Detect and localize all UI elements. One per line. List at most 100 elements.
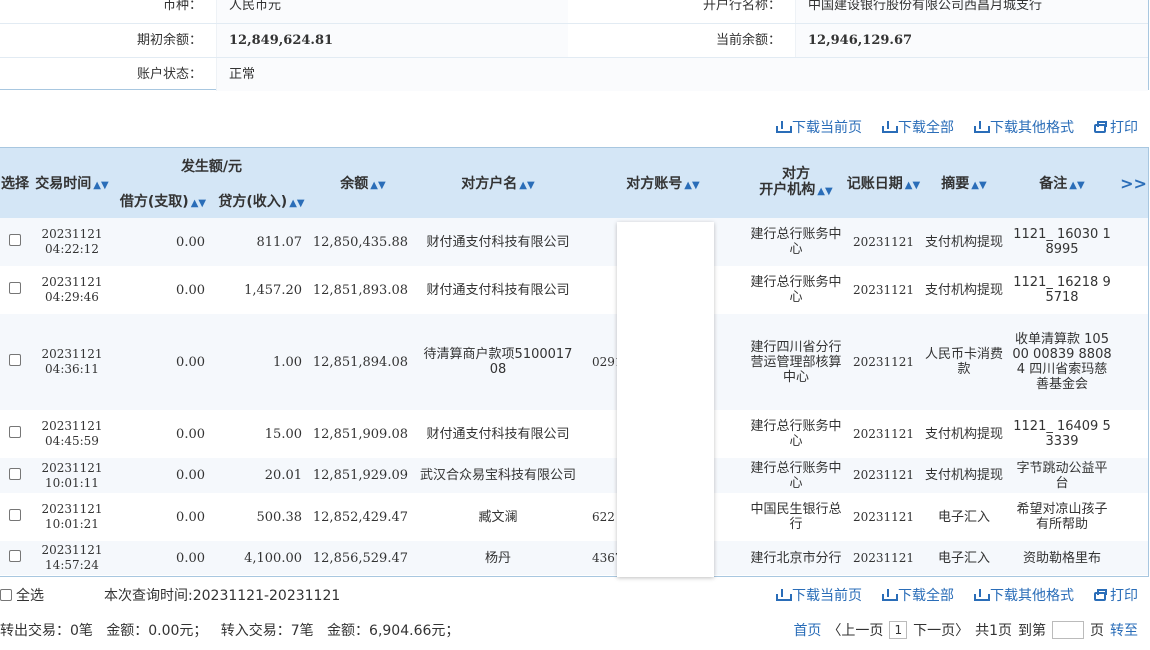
row-note: 希望对凉山孩子有所帮助 xyxy=(1007,493,1117,541)
select-all-label: 全选 xyxy=(16,588,44,604)
table-row: 20231121 04:29:46 0.00 1,457.20 12,851,893.0… xyxy=(0,266,1148,314)
row-debit: 0.00 xyxy=(113,493,213,541)
row-checkbox[interactable] xyxy=(0,266,31,314)
current-page[interactable]: 1 xyxy=(889,621,908,639)
goto-page-input[interactable] xyxy=(1052,621,1084,639)
row-summary: 人民币卡消费款 xyxy=(921,314,1007,410)
row-counter-bank: 建行总行账务中心 xyxy=(746,218,846,266)
row-balance: 12,851,894.08 xyxy=(310,314,416,410)
sort-icon: ▲▼ xyxy=(971,180,987,191)
download-icon xyxy=(882,121,898,133)
header-credit[interactable]: 贷方(收入) ▲▼ xyxy=(213,184,310,218)
row-checkbox[interactable] xyxy=(0,458,31,493)
row-summary: 电子汇入 xyxy=(921,541,1007,575)
row-checkbox[interactable] xyxy=(0,541,31,575)
header-post-date[interactable]: 记账日期 ▲▼ xyxy=(846,148,921,218)
row-time: 20231121 04:29:46 xyxy=(31,266,113,314)
sort-icon: ▲▼ xyxy=(370,180,386,191)
row-counter-bank: 建行总行账务中心 xyxy=(746,458,846,493)
download-other-button-bottom[interactable]: 下载其他格式 xyxy=(974,585,1074,605)
table-row: 20231121 04:45:59 0.00 15.00 12,851,909.08 财付… xyxy=(0,410,1148,458)
row-checkbox[interactable] xyxy=(0,410,31,458)
download-icon xyxy=(776,589,792,601)
print-button[interactable]: 打印 xyxy=(1094,117,1138,137)
print-icon xyxy=(1094,588,1107,601)
row-post-date: 20231121 xyxy=(846,493,921,541)
row-checkbox[interactable] xyxy=(0,218,31,266)
row-balance: 12,856,529.47 xyxy=(310,541,416,575)
row-spacer xyxy=(1117,410,1148,458)
header-summary[interactable]: 摘要 ▲▼ xyxy=(921,148,1007,218)
sort-icon: ▲▼ xyxy=(93,180,109,191)
row-time: 20231121 04:22:12 xyxy=(31,218,113,266)
row-counter-name: 财付通支付科技有限公司 xyxy=(416,218,580,266)
row-checkbox[interactable] xyxy=(0,493,31,541)
select-all-checkbox[interactable]: 全选 xyxy=(0,585,44,605)
header-balance-label: 余额 xyxy=(340,176,369,192)
row-balance: 12,851,929.09 xyxy=(310,458,416,493)
row-time: 20231121 10:01:21 xyxy=(31,493,113,541)
opening-balance-label: 期初余额： xyxy=(0,24,217,57)
download-other-label: 下载其他格式 xyxy=(990,120,1074,136)
header-counter-account[interactable]: 对方账号 ▲▼ xyxy=(580,148,746,218)
row-credit: 4,100.00 xyxy=(213,541,310,575)
row-time-part: 04:45:59 xyxy=(45,434,99,448)
download-all-button-bottom[interactable]: 下载全部 xyxy=(882,585,954,605)
row-date-part: 20231121 xyxy=(41,419,103,433)
page-unit: 页 xyxy=(1090,623,1104,639)
checkbox-icon xyxy=(9,426,21,438)
download-page-button[interactable]: 下载当前页 xyxy=(776,117,862,137)
row-post-date: 20231121 xyxy=(846,266,921,314)
download-page-label: 下载当前页 xyxy=(792,120,862,136)
row-balance: 12,851,893.08 xyxy=(310,266,416,314)
currency-value: 人民币元 xyxy=(217,0,568,23)
first-page-link[interactable]: 首页 xyxy=(793,620,821,640)
row-credit: 1.00 xyxy=(213,314,310,410)
row-debit: 0.00 xyxy=(113,458,213,493)
checkbox-icon xyxy=(9,354,21,366)
header-amount-group: 发生额/元 xyxy=(113,148,310,184)
row-post-date: 20231121 xyxy=(846,410,921,458)
opening-balance-value: 12,849,624.81 xyxy=(217,24,568,57)
row-spacer xyxy=(1117,218,1148,266)
row-note: 资助勒格里布 xyxy=(1007,541,1117,575)
row-counter-name: 武汉合众易宝科技有限公司 xyxy=(416,458,580,493)
row-time-part: 04:22:12 xyxy=(45,242,99,256)
row-counter-name: 臧文澜 xyxy=(416,493,580,541)
prev-page-link[interactable]: 〈上一页 xyxy=(827,620,883,640)
transaction-table: 选择 交易时间 ▲▼ 发生额/元 余额 ▲▼ 对方户名 ▲▼ 对方账号 ▲▼ 对方 开户机… xyxy=(0,147,1149,577)
row-date-part: 20231121 xyxy=(41,275,103,289)
sort-icon: ▲▼ xyxy=(519,180,535,191)
row-summary: 支付机构提现 xyxy=(921,458,1007,493)
expand-columns-button[interactable]: >> xyxy=(1117,148,1148,218)
checkbox-icon xyxy=(9,234,21,246)
transaction-stats: 转出交易：0笔 金额：0.00元； 转入交易：7笔 金额：6,904.66元； xyxy=(0,623,460,639)
goto-button[interactable]: 转至 xyxy=(1110,620,1138,640)
header-balance[interactable]: 余额 ▲▼ xyxy=(310,148,416,218)
header-counter-bank[interactable]: 对方 开户机构 ▲▼ xyxy=(746,148,846,218)
print-button-bottom[interactable]: 打印 xyxy=(1094,585,1138,605)
download-icon xyxy=(882,589,898,601)
row-time-part: 10:01:21 xyxy=(45,517,99,531)
row-debit: 0.00 xyxy=(113,266,213,314)
download-all-button[interactable]: 下载全部 xyxy=(882,117,954,137)
header-counter-bank-line1: 对方 xyxy=(782,166,810,182)
row-credit: 15.00 xyxy=(213,410,310,458)
header-time[interactable]: 交易时间 ▲▼ xyxy=(31,148,113,218)
row-time: 20231121 04:36:11 xyxy=(31,314,113,410)
download-other-button[interactable]: 下载其他格式 xyxy=(974,117,1074,137)
row-time-part: 04:36:11 xyxy=(45,362,99,376)
account-row-balance: 期初余额： 12,849,624.81 当前余额： 12,946,129.67 xyxy=(0,23,1148,57)
row-time-part: 14:57:24 xyxy=(45,558,99,572)
row-debit: 0.00 xyxy=(113,541,213,575)
account-row-currency: 币种： 人民币元 开户行名称： 中国建设银行股份有限公司西昌月城支行 xyxy=(0,0,1148,23)
download-page-button-bottom[interactable]: 下载当前页 xyxy=(776,585,862,605)
header-note[interactable]: 备注 ▲▼ xyxy=(1007,148,1117,218)
next-page-link[interactable]: 下一页〉 xyxy=(913,620,969,640)
header-debit[interactable]: 借方(支取) ▲▼ xyxy=(113,184,213,218)
row-checkbox[interactable] xyxy=(0,314,31,410)
goto-label: 到第 xyxy=(1018,623,1046,639)
row-note: 1121_ 16409 53339 xyxy=(1007,410,1117,458)
sort-icon: ▲▼ xyxy=(190,198,207,209)
header-counter-name[interactable]: 对方户名 ▲▼ xyxy=(416,148,580,218)
